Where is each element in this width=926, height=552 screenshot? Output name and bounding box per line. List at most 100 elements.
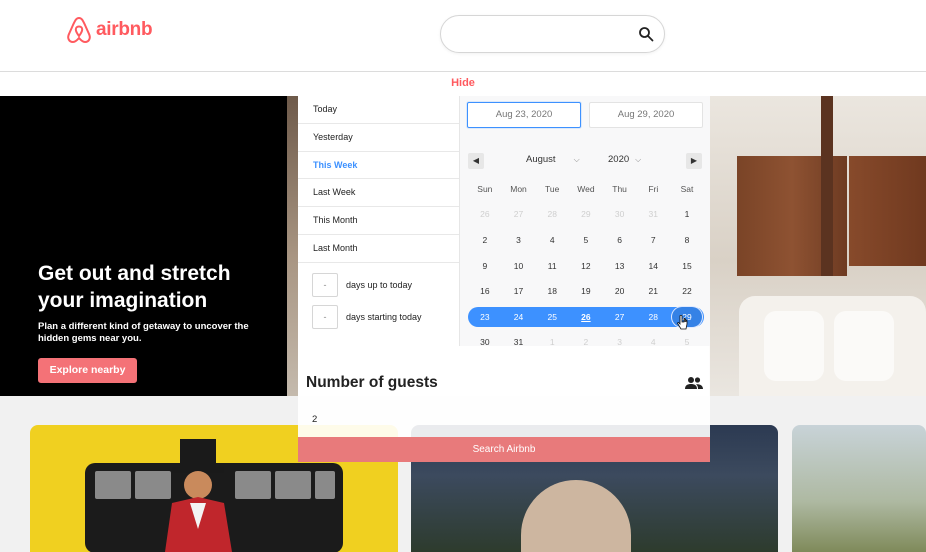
quick-range-last-week[interactable]: Last Week [298, 179, 459, 208]
weekday-label: Fri [648, 184, 659, 194]
days-starting-today-input[interactable]: - [312, 305, 338, 329]
search-icon[interactable] [638, 26, 654, 42]
calendar-week-row: 26 27 28 29 30 31 1 [468, 204, 704, 224]
calendar-day[interactable]: 21 [636, 281, 670, 301]
calendar-day[interactable]: 15 [670, 256, 704, 276]
calendar-day[interactable]: 14 [636, 256, 670, 276]
calendar-day[interactable]: 11 [535, 256, 569, 276]
next-month-button[interactable]: ▶ [686, 153, 702, 169]
calendar-day[interactable]: 27 [502, 204, 536, 224]
calendar-day-number: 16 [480, 286, 490, 296]
calendar-day[interactable]: 30 [603, 204, 637, 224]
calendar-day[interactable]: 16 [468, 281, 502, 301]
quick-range-yesterday[interactable]: Yesterday [298, 124, 459, 152]
calendar-day[interactable]: 1 [670, 204, 704, 224]
ceiling-beam [821, 96, 833, 276]
calendar-day-number: 28 [648, 312, 659, 322]
calendar-day[interactable]: 27 [603, 307, 637, 327]
quick-range-today[interactable]: Today [298, 96, 459, 124]
calendar-day[interactable]: 13 [603, 256, 637, 276]
hand-cursor-icon [677, 315, 688, 330]
calendar-day-number: 29 [581, 209, 591, 219]
calendar-day-number: 4 [549, 235, 555, 245]
experience-card-cabin[interactable] [792, 425, 926, 552]
calendar-day-number: 22 [682, 286, 692, 296]
calendar-day[interactable]: 22 [670, 281, 704, 301]
guests-title: Number of guests [306, 374, 438, 391]
start-date-input[interactable]: Aug 23, 2020 [467, 102, 581, 128]
ringmaster-figure [165, 439, 232, 552]
calendar-day[interactable]: 23 [468, 307, 502, 327]
calendar-day-number: 31 [648, 209, 659, 219]
calendar-day[interactable]: 31 [636, 204, 670, 224]
calendar-day[interactable]: 29 [569, 204, 603, 224]
search-airbnb-button[interactable]: Search Airbnb [298, 437, 710, 462]
calendar-day[interactable]: 6 [603, 230, 637, 250]
quick-range-list: Today Yesterday This Week Last Week This… [298, 96, 460, 346]
calendar-day-number: 3 [516, 235, 521, 245]
calendar-day[interactable]: 26 [468, 204, 502, 224]
calendar-week-row: 23 24 25 26 27 28 29 [468, 307, 704, 327]
quick-range-last-month[interactable]: Last Month [298, 235, 459, 263]
calendar-day-number: 25 [547, 312, 557, 322]
calendar-day-number: 2 [482, 235, 488, 245]
hide-button[interactable]: Hide [451, 77, 475, 89]
calendar-day[interactable]: 28 [535, 204, 569, 224]
year-label: 2020 [608, 154, 630, 165]
people-icon [685, 377, 703, 389]
cushion [764, 311, 824, 381]
explore-nearby-button[interactable]: Explore nearby [38, 358, 137, 383]
end-date-input[interactable]: Aug 29, 2020 [589, 102, 703, 128]
calendar-day-number: 17 [513, 286, 524, 296]
calendar-day[interactable]: 9 [468, 256, 502, 276]
prev-month-button[interactable]: ◀ [468, 153, 484, 169]
calendar-day[interactable]: 4 [535, 230, 569, 250]
search-bar[interactable] [440, 15, 665, 53]
calendar-day[interactable]: 20 [603, 281, 637, 301]
airbnb-logo[interactable]: airbnb [66, 16, 153, 44]
calendar-day[interactable]: 28 [636, 307, 670, 327]
calendar-day[interactable]: 3 [502, 230, 536, 250]
calendar-day[interactable]: 2 [468, 230, 502, 250]
calendar-day-number: 12 [581, 261, 591, 271]
weekday-label: Mon [510, 184, 527, 194]
calendar-day[interactable]: 10 [502, 256, 536, 276]
top-header: airbnb [0, 0, 926, 72]
calendar-day[interactable]: 19 [569, 281, 603, 301]
calendar-day[interactable]: 7 [636, 230, 670, 250]
calendar-day-number: 24 [513, 312, 524, 322]
search-input[interactable] [457, 24, 637, 46]
calendar-day-number: 11 [547, 261, 557, 271]
calendar-day-number: 21 [648, 286, 659, 296]
calendar-day-number: 27 [513, 209, 524, 219]
airbnb-logo-icon [67, 16, 91, 44]
calendar-day[interactable]: 25 [535, 307, 569, 327]
calendar-week-row: 16 17 18 19 20 21 22 [468, 281, 704, 301]
guests-count-input[interactable]: 2 [312, 414, 412, 425]
calendar-day-number: 27 [614, 312, 625, 322]
quick-range-this-month[interactable]: This Month [298, 207, 459, 235]
calendar-day[interactable]: 18 [535, 281, 569, 301]
calendar-day-number: 8 [684, 235, 690, 245]
calendar-day-number: 7 [650, 235, 656, 245]
year-select[interactable]: 2020 ⌵ [608, 154, 641, 165]
calendar-day-number: 15 [682, 261, 692, 271]
calendar-day[interactable]: 26 [569, 307, 603, 327]
cushion [834, 311, 894, 381]
calendar-day[interactable]: 24 [502, 307, 536, 327]
month-select[interactable]: August ⌵ [526, 154, 580, 165]
hero-subtitle: Plan a different kind of getaway to unco… [38, 321, 249, 344]
hero-banner: Get out and stretch your imagination Pla… [0, 96, 287, 412]
calendar-day[interactable]: 5 [569, 230, 603, 250]
calendar-day[interactable]: 17 [502, 281, 536, 301]
calendar-day[interactable]: 8 [670, 230, 704, 250]
days-up-to-today-row: - days up to today [312, 273, 412, 297]
video-tile [315, 471, 335, 499]
calendar-day[interactable]: 12 [569, 256, 603, 276]
calendar-week-row: 9 10 11 12 13 14 15 [468, 256, 704, 276]
calendar-day-number: 6 [617, 235, 622, 245]
days-up-to-today-input[interactable]: - [312, 273, 338, 297]
weekday-label: Sun [477, 184, 493, 194]
quick-range-this-week[interactable]: This Week [298, 152, 459, 180]
days-starting-today-row: - days starting today [312, 305, 422, 329]
